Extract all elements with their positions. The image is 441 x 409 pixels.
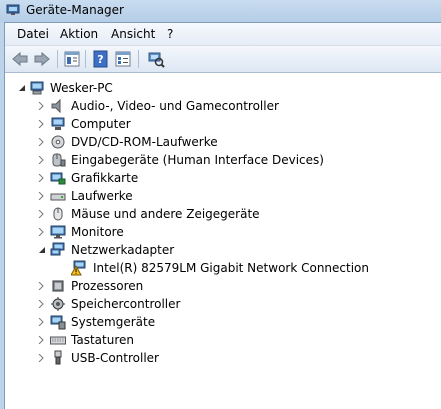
collapsed-arrow-icon[interactable] — [38, 120, 44, 128]
tree-item-label: Eingabegeräte (Human Interface Devices) — [71, 153, 324, 167]
collapsed-arrow-icon[interactable] — [38, 156, 44, 164]
tree-item-system[interactable]: Systemgeräte — [5, 313, 441, 331]
tree-item-label: Laufwerke — [71, 189, 133, 203]
root-label: Wesker-PC — [50, 81, 113, 95]
processor-icon — [52, 280, 64, 292]
menu-datei[interactable]: Datei — [17, 27, 49, 41]
title-bar: Geräte-Manager — [0, 0, 441, 22]
collapsed-arrow-icon[interactable] — [38, 210, 44, 218]
collapsed-arrow-icon[interactable] — [38, 228, 44, 236]
tree-item-hid[interactable]: Eingabegeräte (Human Interface Devices) — [5, 151, 441, 169]
tree-item-keyboards[interactable]: Tastaturen — [5, 331, 441, 349]
expanded-arrow-icon[interactable] — [38, 246, 46, 254]
collapsed-arrow-icon[interactable] — [38, 318, 44, 326]
tree-item-label: Netzwerkadapter — [71, 243, 175, 257]
toolbar-separator — [57, 50, 58, 68]
tree-item-label: Grafikkarte — [71, 171, 139, 185]
tree-item-audio[interactable]: Audio-, Video- und Gamecontroller — [5, 97, 441, 115]
device-manager-icon — [6, 4, 20, 15]
svg-text:?: ? — [97, 53, 103, 66]
monitor-icon — [50, 225, 66, 239]
tree-item-label: Mäuse und andere Zeigegeräte — [71, 207, 260, 221]
tree-item-mice[interactable]: Mäuse und andere Zeigegeräte — [5, 205, 441, 223]
menu-ansicht[interactable]: Ansicht — [111, 27, 155, 41]
collapsed-arrow-icon[interactable] — [38, 336, 44, 344]
tree-item-label: Systemgeräte — [71, 315, 156, 329]
tree-item-usb[interactable]: USB-Controller — [5, 349, 441, 367]
disk-drive-icon — [50, 193, 66, 201]
input-device-icon — [52, 153, 66, 167]
speaker-icon — [51, 98, 61, 114]
tree-item-label: Audio-, Video- und Gamecontroller — [71, 99, 279, 113]
menu-aktion[interactable]: Aktion — [60, 27, 98, 41]
collapsed-arrow-icon[interactable] — [38, 354, 44, 362]
tree-item-dvd[interactable]: DVD/CD-ROM-Laufwerke — [5, 133, 441, 151]
collapsed-arrow-icon[interactable] — [38, 192, 44, 200]
toolbar-separator — [85, 50, 86, 68]
toolbar: ? — [5, 46, 441, 73]
collapsed-arrow-icon[interactable] — [38, 300, 44, 308]
collapsed-arrow-icon[interactable] — [38, 282, 44, 290]
window-client: Datei Aktion Ansicht ? ? Wesker-PC Audio… — [4, 22, 441, 409]
tree-item-processors[interactable]: Prozessoren — [5, 277, 441, 295]
tree-item-label: Tastaturen — [71, 333, 134, 347]
usb-plug-icon — [54, 350, 62, 365]
tree-item-storage[interactable]: Speichercontroller — [5, 295, 441, 313]
expanded-arrow-icon[interactable] — [18, 84, 26, 92]
back-arrow-icon[interactable] — [11, 50, 29, 68]
collapsed-arrow-icon[interactable] — [38, 138, 44, 146]
collapsed-arrow-icon[interactable] — [38, 102, 44, 110]
disc-drive-icon — [51, 135, 65, 149]
window-title: Geräte-Manager — [26, 3, 124, 17]
display-adapter-icon — [50, 172, 66, 185]
network-warning-icon — [71, 260, 86, 276]
tree-root[interactable]: Wesker-PC — [5, 79, 441, 97]
tree-item-label: Computer — [71, 117, 131, 131]
tree-item-computer[interactable]: Computer — [5, 115, 441, 133]
network-adapter-icon — [50, 242, 65, 256]
collapsed-arrow-icon[interactable] — [38, 174, 44, 182]
computer-icon — [30, 81, 44, 95]
computer-icon — [51, 117, 65, 130]
storage-controller-icon — [51, 297, 65, 311]
menu-help[interactable]: ? — [167, 27, 173, 41]
tree-item-network-device[interactable]: Intel(R) 82579LM Gigabit Network Connect… — [5, 259, 441, 277]
toolbar-separator — [138, 50, 139, 68]
system-device-icon — [50, 315, 66, 330]
device-tree: Wesker-PC Audio-, Video- und Gamecontrol… — [5, 73, 441, 409]
tree-item-label: Intel(R) 82579LM Gigabit Network Connect… — [93, 261, 369, 275]
tree-item-label: Prozessoren — [71, 279, 144, 293]
mouse-icon — [53, 207, 63, 221]
tree-item-graphics[interactable]: Grafikkarte — [5, 169, 441, 187]
scan-hardware-icon[interactable] — [147, 50, 165, 68]
tree-item-drives[interactable]: Laufwerke — [5, 187, 441, 205]
properties-icon[interactable] — [63, 50, 81, 68]
keyboard-icon — [50, 336, 66, 345]
tree-item-label: Speichercontroller — [71, 297, 181, 311]
tree-item-monitors[interactable]: Monitore — [5, 223, 441, 241]
help-icon[interactable]: ? — [92, 50, 110, 68]
tree-item-label: USB-Controller — [71, 351, 159, 365]
tree-item-label: DVD/CD-ROM-Laufwerke — [71, 135, 218, 149]
tree-item-network[interactable]: Netzwerkadapter — [5, 241, 441, 259]
forward-arrow-icon[interactable] — [33, 50, 51, 68]
view-list-icon[interactable] — [114, 50, 132, 68]
tree-item-label: Monitore — [71, 225, 124, 239]
menu-bar: Datei Aktion Ansicht ? — [5, 23, 441, 46]
